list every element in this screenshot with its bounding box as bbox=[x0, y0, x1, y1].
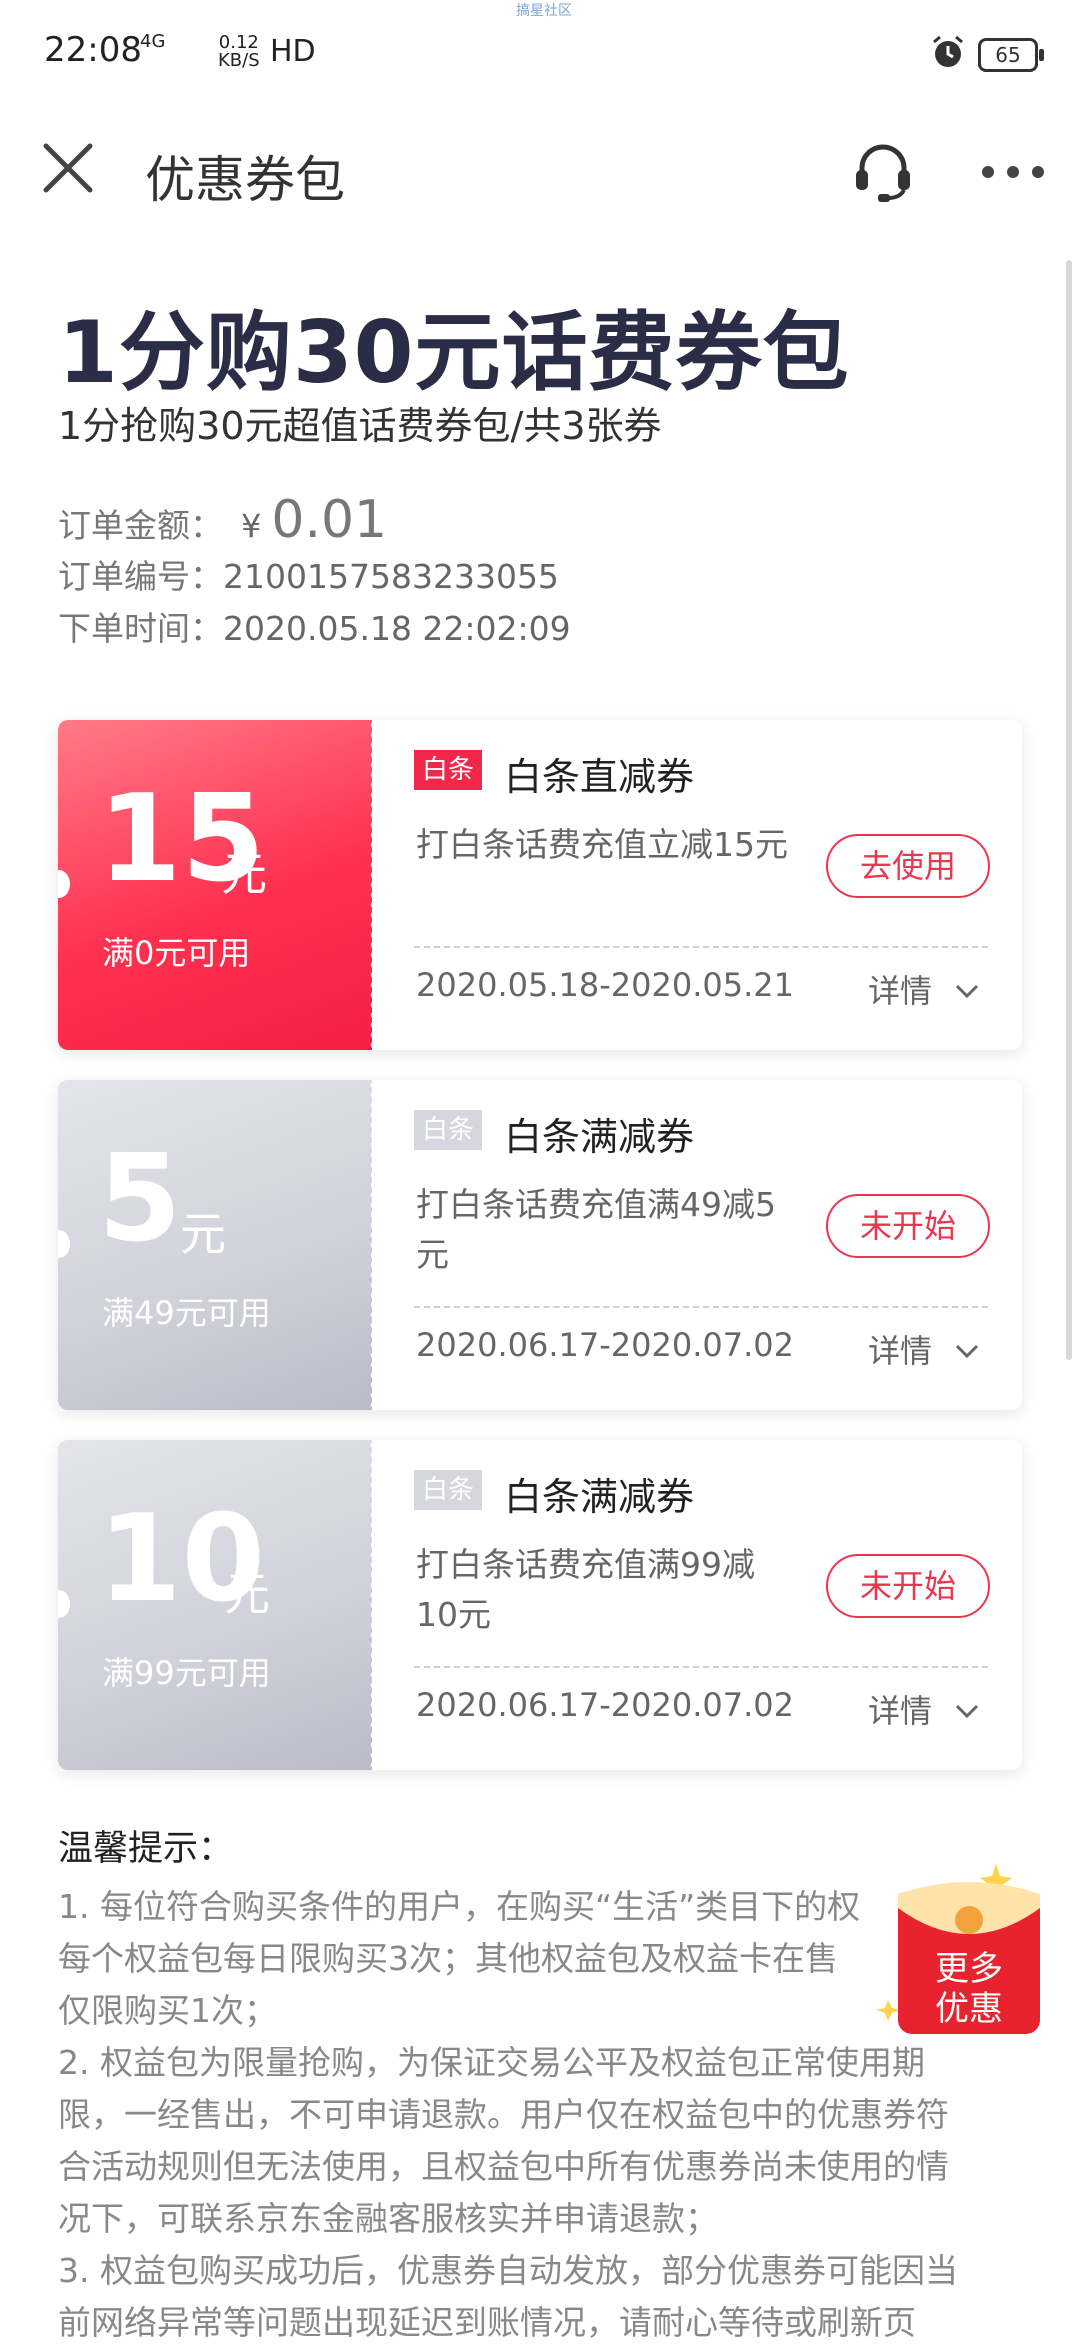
order-time: 2020.05.18 22:02:09 bbox=[223, 609, 571, 648]
coupon-validity: 2020.05.18-2020.05.21 bbox=[416, 966, 794, 1004]
coupon-detail-link[interactable]: 详情 bbox=[868, 1326, 932, 1372]
coupon-card: 5 元 满49元可用 白条 白条满减券 打白条话费充值满49减5元 未开始 20… bbox=[58, 1080, 1022, 1410]
coupon-notch bbox=[58, 1590, 70, 1618]
order-amount-row: 订单金额： ¥0.01 bbox=[58, 490, 571, 550]
coupon-value-panel: 5 元 满49元可用 bbox=[58, 1080, 372, 1410]
chevron-down-icon[interactable] bbox=[954, 1338, 980, 1364]
tips-line: 3. 权益包购买成功后，优惠券自动发放，部分优惠券可能因当 bbox=[58, 2251, 958, 2290]
currency-symbol: ¥ bbox=[241, 507, 262, 545]
not-started-button[interactable]: 未开始 bbox=[826, 1194, 990, 1258]
order-amount: 0.01 bbox=[271, 490, 388, 550]
page-title: 优惠券包 bbox=[145, 151, 345, 209]
nav-bar: 优惠券包 bbox=[0, 110, 1080, 230]
more-icon[interactable] bbox=[980, 162, 1046, 182]
coupon-card: 10 元 满99元可用 白条 白条满减券 打白条话费充值满99减10元 未开始 … bbox=[58, 1440, 1022, 1770]
order-number: 2100157583233055 bbox=[223, 557, 559, 596]
alarm-icon bbox=[933, 35, 963, 67]
status-bar: 22:08 4G 0.12 KB/S HD 搞星社区 65 bbox=[0, 0, 1080, 110]
coupon-card: 15 元 满0元可用 白条 白条直减券 打白条话费充值立减15元 去使用 202… bbox=[58, 720, 1022, 1050]
coupon-perforation bbox=[368, 1080, 374, 1410]
coupon-detail-link[interactable]: 详情 bbox=[868, 966, 932, 1012]
coupon-tag: 白条 bbox=[414, 1470, 483, 1510]
coupon-detail-link[interactable]: 详情 bbox=[868, 1686, 932, 1732]
chevron-down-icon[interactable] bbox=[954, 978, 980, 1004]
coupon-description: 打白条话费充值立减15元 bbox=[416, 825, 788, 864]
promo-label-line1: 更多 bbox=[935, 1949, 1003, 1989]
network-speed: 0.12 KB/S bbox=[218, 34, 260, 70]
coupon-condition: 满0元可用 bbox=[102, 934, 251, 972]
coupon-unit: 元 bbox=[221, 847, 267, 901]
order-time-label: 下单时间： bbox=[58, 609, 223, 648]
coupon-divider bbox=[414, 1306, 988, 1308]
coupon-condition: 满99元可用 bbox=[102, 1654, 271, 1692]
coupon-notch bbox=[58, 870, 70, 898]
coupon-name: 白条满减券 bbox=[504, 1115, 695, 1159]
coupon-tag: 白条 bbox=[414, 750, 483, 790]
order-number-row: 订单编号：2100157583233055 bbox=[58, 550, 571, 602]
chevron-down-icon[interactable] bbox=[954, 1698, 980, 1724]
coupon-validity: 2020.06.17-2020.07.02 bbox=[416, 1686, 794, 1724]
coupon-description: 打白条话费充值满99减10元 bbox=[416, 1545, 755, 1634]
hd-indicator: HD bbox=[270, 34, 316, 69]
coupon-divider bbox=[414, 1666, 988, 1668]
coupon-unit: 元 bbox=[180, 1207, 226, 1261]
package-title: 1分购30元话费券包 bbox=[58, 303, 850, 403]
coupon-perforation bbox=[368, 720, 374, 1050]
status-time: 22:08 bbox=[44, 30, 142, 70]
scrollbar[interactable] bbox=[1066, 260, 1072, 1360]
coupon-value-panel: 10 元 满99元可用 bbox=[58, 1440, 372, 1770]
coupon-divider bbox=[414, 946, 988, 948]
customer-service-icon[interactable] bbox=[850, 138, 916, 204]
order-number-label: 订单编号： bbox=[58, 557, 223, 596]
coupon-validity: 2020.06.17-2020.07.02 bbox=[416, 1326, 794, 1364]
watermark: 搞星社区 bbox=[516, 3, 572, 19]
order-amount-label: 订单金额： bbox=[58, 506, 223, 545]
tips-line: 合活动规则但无法使用，且权益包中所有优惠券尚未使用的情 bbox=[58, 2147, 949, 2186]
battery-indicator: 65 bbox=[978, 38, 1044, 72]
not-started-button[interactable]: 未开始 bbox=[826, 1554, 990, 1618]
order-time-row: 下单时间：2020.05.18 22:02:09 bbox=[58, 602, 571, 654]
coupon-condition: 满49元可用 bbox=[102, 1294, 271, 1332]
network-speed-unit: KB/S bbox=[218, 50, 260, 71]
tips-line: 限，一经售出，不可申请退款。用户仅在权益包中的优惠券符 bbox=[58, 2095, 949, 2134]
package-subtitle: 1分抢购30元超值话费券包/共3张券 bbox=[58, 404, 662, 448]
promo-label-line2: 优惠 bbox=[935, 1989, 1003, 2029]
coupon-tag: 白条 bbox=[414, 1110, 483, 1150]
signal-indicator: 4G bbox=[140, 31, 166, 52]
coupon-notch bbox=[58, 1230, 70, 1258]
coupon-perforation bbox=[368, 1440, 374, 1770]
tips-line: 况下，可联系京东金融客服核实并申请退款； bbox=[58, 2199, 718, 2238]
close-icon[interactable] bbox=[40, 140, 96, 196]
coupon-description: 打白条话费充值满49减5元 bbox=[416, 1185, 776, 1274]
coupon-name: 白条满减券 bbox=[504, 1475, 695, 1519]
more-offers-red-envelope[interactable]: 更多 优惠 bbox=[870, 1850, 1060, 2050]
coupon-value-panel: 15 元 满0元可用 bbox=[58, 720, 372, 1050]
coupon-value: 5 bbox=[98, 1130, 182, 1269]
tips-line: 前网络异常等问题出现延迟到账情况，请耐心等待或刷新页 bbox=[58, 2303, 916, 2342]
use-coupon-button[interactable]: 去使用 bbox=[826, 834, 990, 898]
order-info: 订单金额： ¥0.01 订单编号：2100157583233055 下单时间：20… bbox=[58, 490, 571, 654]
coupon-unit: 元 bbox=[224, 1567, 270, 1621]
coupon-name: 白条直减券 bbox=[504, 755, 695, 799]
